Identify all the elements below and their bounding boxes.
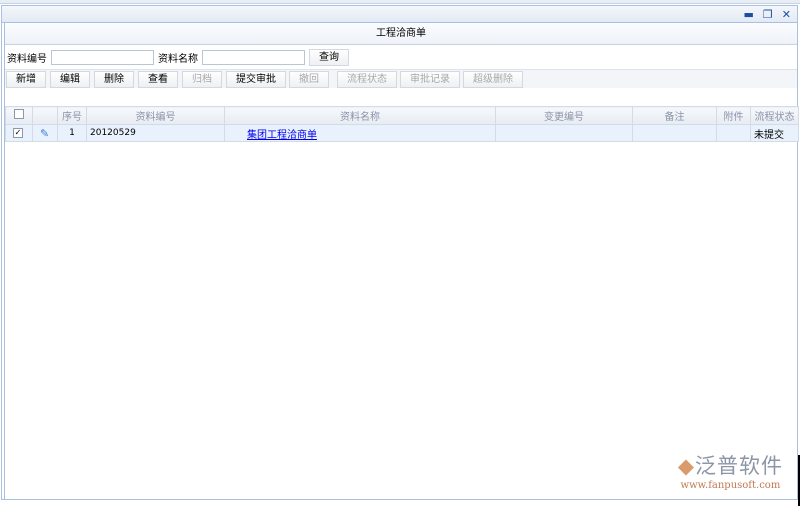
row-attachment (716, 124, 751, 142)
col-status[interactable]: 流程状态 (750, 106, 799, 125)
name-label: 资料名称 (158, 53, 198, 65)
row-status: 未提交 (750, 124, 799, 142)
logo-icon: ◆ (677, 454, 695, 478)
view-button[interactable]: 查看 (138, 71, 178, 88)
approval-record-button[interactable]: 审批记录 (400, 71, 460, 88)
col-code[interactable]: 资料编号 (86, 106, 225, 125)
select-all-checkbox[interactable] (14, 109, 24, 119)
search-bar: 资料编号 资料名称 查询 (5, 45, 797, 69)
row-seq: 1 (57, 124, 87, 142)
flow-status-button[interactable]: 流程状态 (337, 71, 397, 88)
archive-button[interactable]: 归档 (182, 71, 222, 88)
toolbar: 新增 编辑 删除 查看 归档 提交审批 撤回 流程状态 审批记录 超级删除 (5, 69, 797, 88)
row-code: 20120529 (86, 124, 225, 142)
fanpu-logo: ◆泛普软件 www.fanpusoft.com (678, 450, 783, 491)
panel: 工程洽商单 资料编号 资料名称 查询 新增 编辑 删除 查看 归档 提交审批 撤… (4, 23, 799, 499)
row-remark (632, 124, 717, 142)
col-remark[interactable]: 备注 (632, 106, 717, 125)
code-input[interactable] (51, 49, 154, 65)
row-checkbox[interactable]: ✓ (13, 128, 23, 138)
row-change-no (495, 124, 633, 142)
edit-button[interactable]: 编辑 (50, 71, 90, 88)
table-row[interactable]: ✓ ✎ 1 20120529 集团工程洽商单 未提交 (5, 124, 799, 142)
logo-name: 泛普软件 (695, 454, 783, 478)
submit-approval-button[interactable]: 提交审批 (226, 71, 286, 88)
col-seq[interactable]: 序号 (57, 106, 87, 125)
panel-title: 工程洽商单 (5, 23, 797, 45)
close-icon[interactable]: ✕ (782, 8, 791, 21)
table-header: 序号 资料编号 资料名称 变更编号 备注 附件 流程状态 (5, 106, 799, 125)
top-border (0, 0, 800, 4)
col-name[interactable]: 资料名称 (224, 106, 496, 125)
delete-button[interactable]: 删除 (94, 71, 134, 88)
logo-url: www.fanpusoft.com (680, 480, 781, 491)
col-attachment[interactable]: 附件 (716, 106, 751, 125)
name-input[interactable] (202, 49, 305, 65)
select-all-header[interactable] (5, 106, 33, 125)
row-name-link[interactable]: 集团工程洽商单 (247, 130, 317, 141)
col-icon (32, 106, 58, 125)
window-titlebar: ▬ ❐ ✕ (2, 6, 797, 23)
withdraw-button[interactable]: 撤回 (289, 71, 329, 88)
edit-row-icon[interactable]: ✎ (32, 124, 58, 142)
add-button[interactable]: 新增 (6, 71, 46, 88)
super-delete-button[interactable]: 超级删除 (463, 71, 523, 88)
code-label: 资料编号 (7, 53, 47, 65)
restore-icon[interactable]: ❐ (763, 8, 773, 21)
data-table: 序号 资料编号 资料名称 变更编号 备注 附件 流程状态 ✓ ✎ 1 20120… (5, 106, 799, 142)
minimize-icon[interactable]: ▬ (744, 8, 754, 21)
window: ▬ ❐ ✕ 工程洽商单 资料编号 资料名称 查询 新增 编辑 删除 查看 归档 … (1, 5, 799, 500)
query-button[interactable]: 查询 (309, 48, 349, 66)
col-change-no[interactable]: 变更编号 (495, 106, 633, 125)
